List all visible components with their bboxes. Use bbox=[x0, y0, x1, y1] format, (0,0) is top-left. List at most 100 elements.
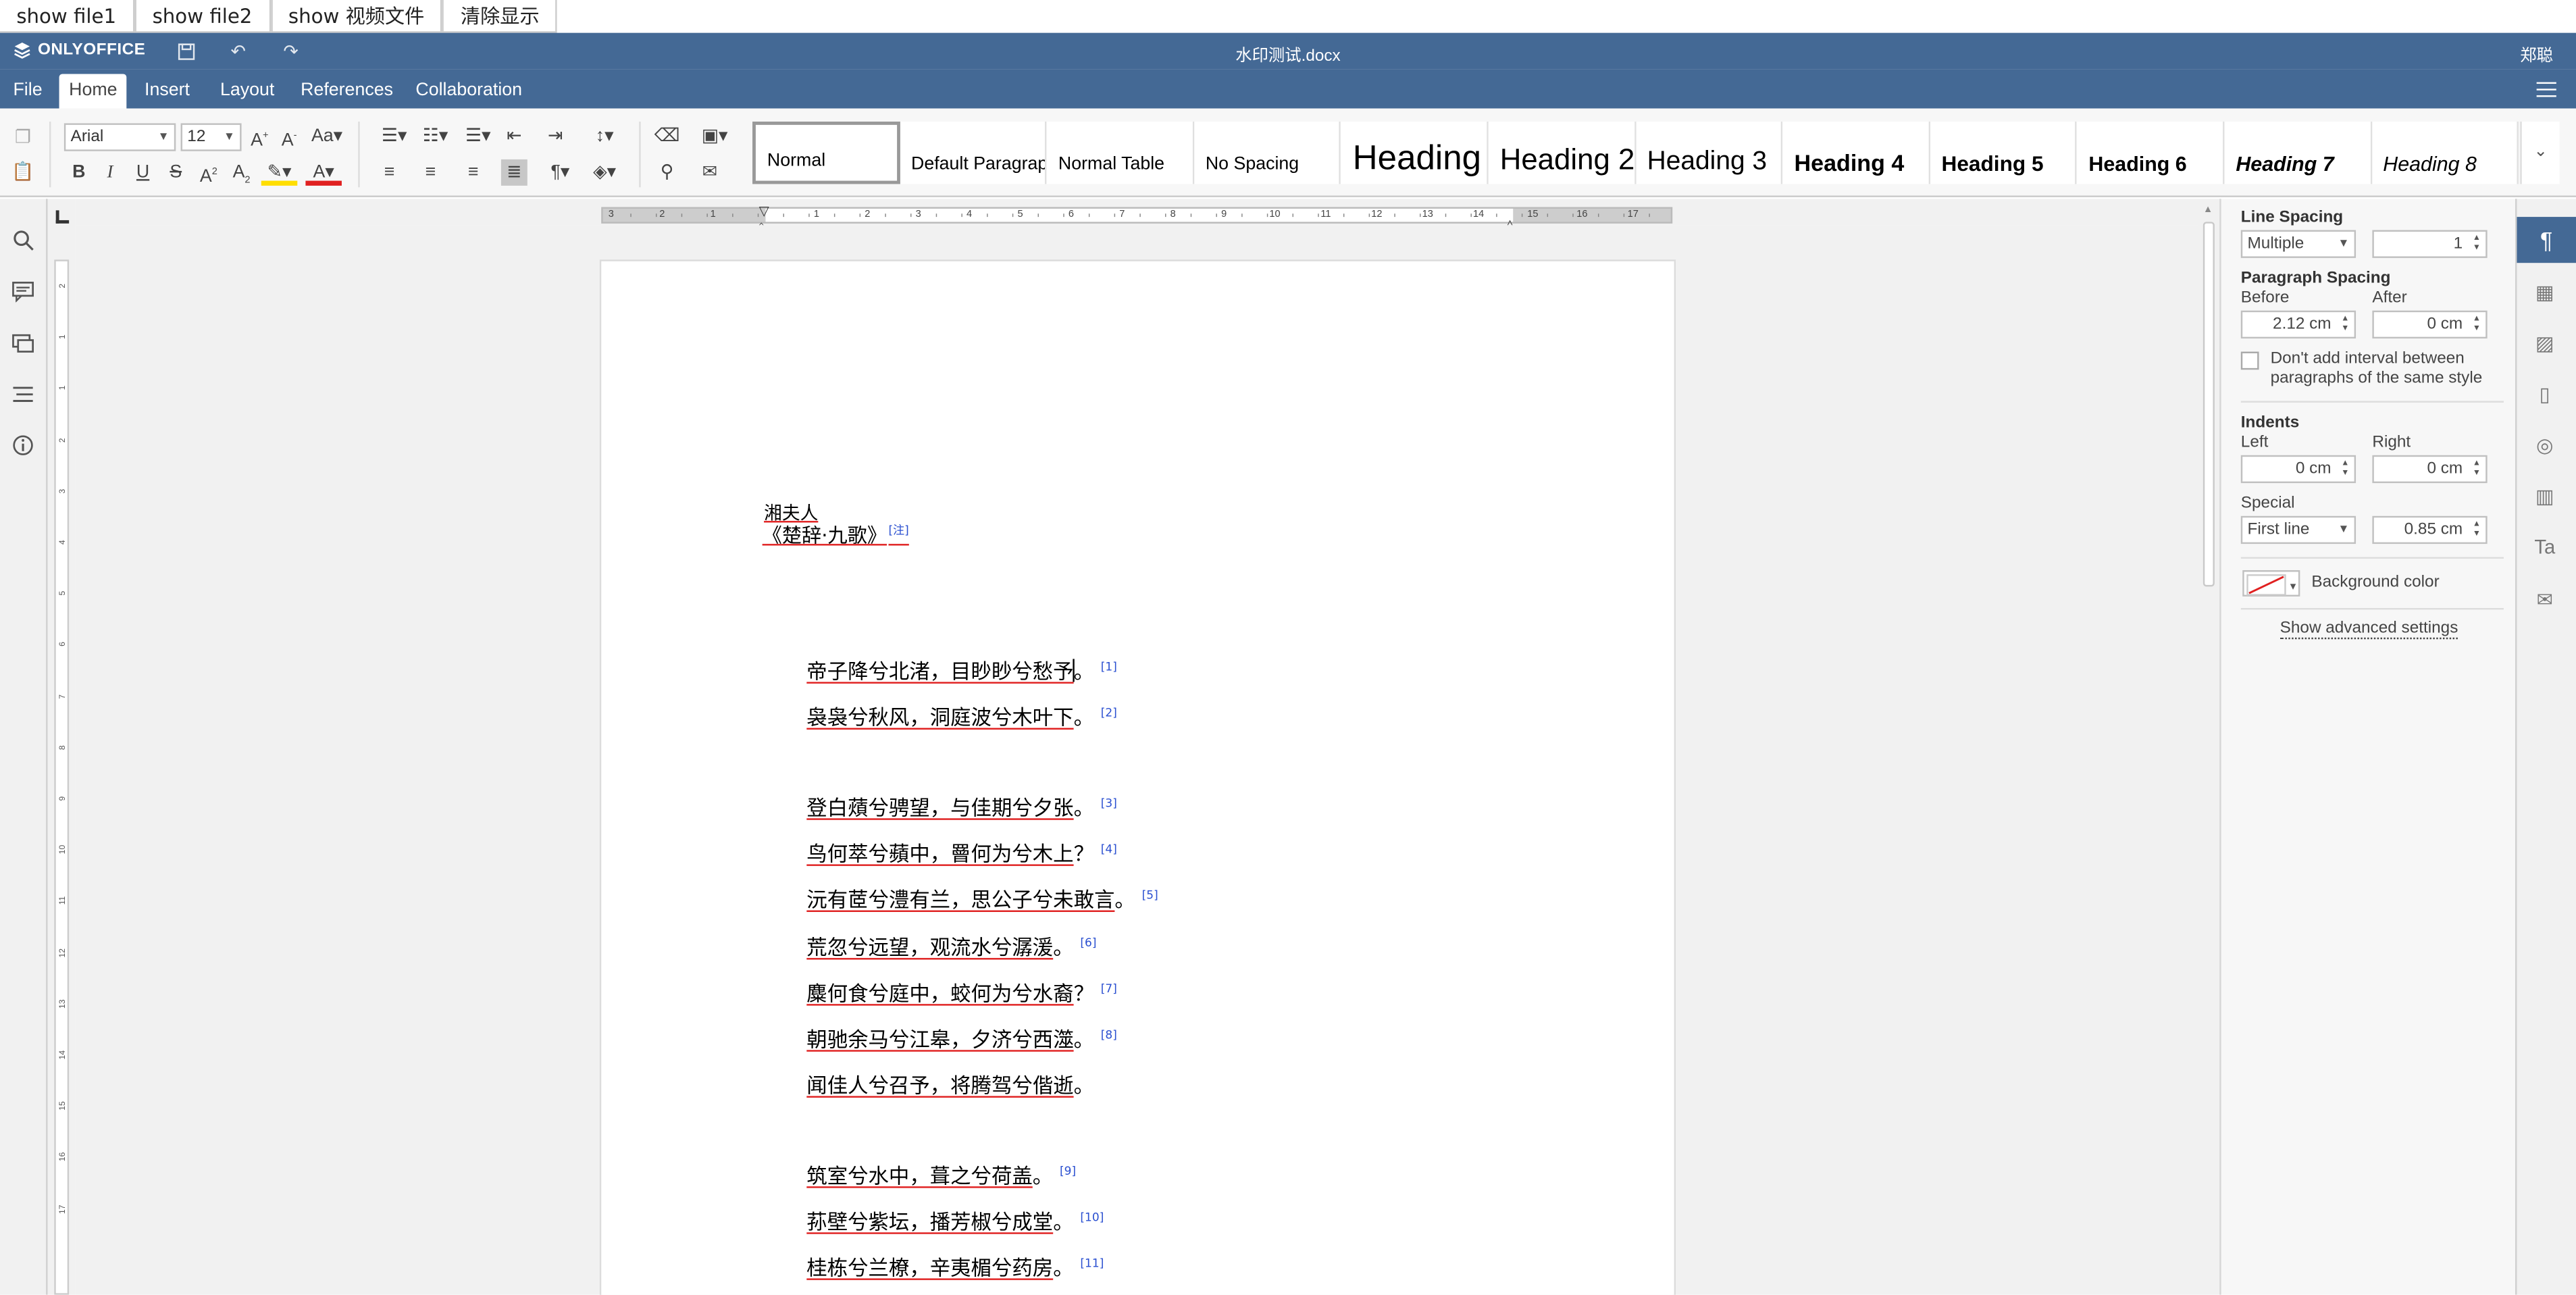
style-heading-5[interactable]: Heading 5 bbox=[1930, 121, 2078, 184]
user-name[interactable]: 郑聪 bbox=[2520, 41, 2553, 66]
footnote-ref[interactable]: [10] bbox=[1080, 1211, 1104, 1223]
poem-line[interactable]: 袅袅兮秋风，洞庭波兮木叶下。 [2] bbox=[806, 700, 1117, 731]
increase-font-icon[interactable]: A+ bbox=[247, 123, 273, 151]
tab-layout[interactable]: Layout bbox=[210, 74, 284, 108]
vertical-ruler[interactable]: 2 1 1 2 3 4 5 6 7 8 9 10 11 12 13 14 15 16 17 bbox=[54, 259, 70, 1295]
style-normal[interactable]: Normal bbox=[752, 121, 900, 184]
shape-settings-icon[interactable]: ◎ bbox=[2531, 432, 2558, 459]
chevron-down-icon[interactable]: ⌄ bbox=[2520, 121, 2560, 184]
align-right-icon[interactable]: ≡ bbox=[460, 159, 486, 186]
highlight-icon[interactable]: ✎▾ bbox=[261, 159, 298, 186]
decrease-font-icon[interactable]: A- bbox=[276, 123, 303, 151]
indent-right-input[interactable]: 0 cm ▲ ▼ bbox=[2372, 455, 2488, 484]
align-center-icon[interactable]: ≡ bbox=[417, 159, 444, 186]
info-icon[interactable] bbox=[11, 434, 34, 457]
navigation-icon[interactable] bbox=[11, 383, 34, 406]
mail-merge-icon[interactable]: ✉ bbox=[696, 159, 723, 186]
show-advanced-settings-link[interactable]: Show advanced settings bbox=[2221, 619, 2517, 640]
footnote-ref[interactable]: [1] bbox=[1101, 660, 1117, 673]
align-left-icon[interactable]: ≡ bbox=[376, 159, 403, 186]
line-spacing-icon[interactable]: ↕▾ bbox=[586, 123, 623, 149]
underline-icon[interactable]: U bbox=[130, 159, 156, 186]
footnote-ref[interactable]: [9] bbox=[1060, 1165, 1076, 1177]
tab-stop-selector[interactable] bbox=[55, 210, 70, 224]
footnote-ref[interactable]: [2] bbox=[1101, 707, 1117, 719]
text-art-icon[interactable]: Ta bbox=[2531, 534, 2558, 561]
chat-icon[interactable] bbox=[11, 332, 34, 355]
bold-icon[interactable]: B bbox=[66, 159, 92, 186]
background-color-picker[interactable]: ▾ bbox=[2242, 570, 2300, 596]
style-heading-8[interactable]: Heading 8 bbox=[2371, 121, 2519, 184]
clear-display-button[interactable]: 清除显示 bbox=[442, 0, 558, 33]
font-size-select[interactable]: 12 ▼ bbox=[180, 123, 242, 151]
style-normal-table[interactable]: Normal Table bbox=[1046, 121, 1194, 184]
superscript-icon[interactable]: A2 bbox=[195, 159, 222, 186]
vertical-scrollbar[interactable]: ▲ bbox=[2198, 199, 2220, 1295]
bullets-icon[interactable]: ☰▾ bbox=[376, 123, 413, 149]
show-file2-button[interactable]: show file2 bbox=[134, 0, 271, 33]
poem-line[interactable]: 朝驰余马兮江皋，夕济兮西澨。 [8] bbox=[806, 1022, 1117, 1053]
mail-merge-panel-icon[interactable]: ✉ bbox=[2531, 586, 2558, 613]
clear-style-icon[interactable]: ⌫ bbox=[654, 123, 680, 149]
copy-style-icon[interactable]: ▣▾ bbox=[696, 123, 733, 149]
style-heading-2[interactable]: Heading 2 bbox=[1488, 121, 1636, 184]
font-name-select[interactable]: Arial ▼ bbox=[63, 123, 176, 151]
poem-line[interactable]: 桂栋兮兰橑，辛夷楣兮药房。 [11] bbox=[806, 1250, 1104, 1281]
poem-line[interactable]: 荒忽兮远望，观流水兮潺湲。 [6] bbox=[806, 930, 1096, 961]
show-file1-button[interactable]: show file1 bbox=[0, 0, 134, 33]
line-spacing-input[interactable]: 1 ▲ ▼ bbox=[2372, 230, 2488, 258]
spacing-after-input[interactable]: 0 cm ▲ ▼ bbox=[2372, 310, 2488, 339]
strikethrough-icon[interactable]: S bbox=[163, 159, 189, 186]
footnote-ref[interactable]: [11] bbox=[1080, 1256, 1104, 1269]
poem-line[interactable]: 荪壁兮紫坛，播芳椒兮成堂。 [10] bbox=[806, 1204, 1104, 1236]
spacing-before-input[interactable]: 2.12 cm ▲ ▼ bbox=[2240, 310, 2356, 339]
justify-icon[interactable]: ≣ bbox=[500, 159, 527, 186]
change-case-icon[interactable]: Aa▾ bbox=[309, 123, 345, 149]
font-color-icon[interactable]: A▾ bbox=[305, 159, 342, 186]
chart-settings-icon[interactable]: ▥ bbox=[2531, 483, 2558, 509]
menu-icon[interactable] bbox=[2536, 82, 2556, 97]
poem-line[interactable]: 筑室兮水中，葺之兮荷盖。 [9] bbox=[806, 1159, 1076, 1190]
poem-line[interactable]: 帝子降兮北渚，目眇眇兮愁予。 [1] bbox=[806, 654, 1117, 685]
italic-icon[interactable]: I bbox=[97, 159, 124, 186]
image-settings-icon[interactable]: ▨ bbox=[2531, 330, 2558, 357]
search-icon[interactable] bbox=[11, 228, 34, 251]
poem-line[interactable]: 闻佳人兮召予，将腾驾兮偕逝。 bbox=[806, 1068, 1094, 1099]
tab-references[interactable]: References bbox=[291, 74, 403, 108]
poem-line[interactable]: 登白薠兮骋望，与佳期兮夕张。 [3] bbox=[806, 790, 1117, 821]
no-interval-checkbox[interactable] bbox=[2240, 351, 2259, 370]
style-heading-6[interactable]: Heading 6 bbox=[2077, 121, 2225, 184]
paste-icon[interactable]: 📋 bbox=[10, 159, 36, 186]
style-heading-1[interactable]: Heading bbox=[1341, 121, 1489, 184]
footnote-ref[interactable]: [7] bbox=[1101, 982, 1117, 995]
increase-indent-icon[interactable]: ⇥ bbox=[542, 123, 569, 149]
paragraph-settings-icon[interactable]: ¶ bbox=[2517, 217, 2576, 263]
tab-file[interactable]: File bbox=[3, 74, 52, 108]
footnote-ref[interactable]: [5] bbox=[1142, 889, 1158, 902]
poem-line[interactable]: 鸟何萃兮蘋中，罾何为兮木上？ [4] bbox=[806, 836, 1117, 867]
comments-icon[interactable] bbox=[11, 280, 34, 303]
footnote-ref[interactable]: [4] bbox=[1101, 842, 1117, 855]
source-footnote[interactable]: [注] bbox=[889, 524, 909, 537]
indent-left-input[interactable]: 0 cm ▲ ▼ bbox=[2240, 455, 2356, 484]
style-heading-4[interactable]: Heading 4 bbox=[1782, 121, 1930, 184]
footnote-ref[interactable]: [6] bbox=[1080, 936, 1096, 949]
footnote-ref[interactable]: [3] bbox=[1101, 796, 1117, 809]
header-footer-icon[interactable]: ▯ bbox=[2531, 381, 2558, 407]
document-page[interactable] bbox=[601, 261, 1674, 1295]
shading-icon[interactable]: ◈▾ bbox=[586, 159, 623, 186]
horizontal-ruler[interactable]: 3211234567891011121314151617▽⌂△ bbox=[601, 204, 1673, 233]
style-heading-7[interactable]: Heading 7 bbox=[2224, 121, 2372, 184]
style-heading-3[interactable]: Heading 3 bbox=[1635, 121, 1783, 184]
tab-insert[interactable]: Insert bbox=[134, 74, 199, 108]
tab-home[interactable]: Home bbox=[59, 74, 128, 109]
tab-collaboration[interactable]: Collaboration bbox=[406, 74, 532, 108]
footnote-ref[interactable]: [8] bbox=[1101, 1028, 1117, 1041]
nonprinting-chars-icon[interactable]: ¶▾ bbox=[542, 159, 579, 186]
table-settings-icon[interactable]: ▦ bbox=[2531, 280, 2558, 306]
poem-source[interactable]: 《楚辞·九歌》 [注] bbox=[763, 521, 909, 549]
decrease-indent-icon[interactable]: ⇤ bbox=[501, 123, 527, 149]
poem-line[interactable]: 麋何食兮庭中，蛟何为兮水裔？ [7] bbox=[806, 976, 1117, 1007]
special-indent-select[interactable]: First line ▼ bbox=[2240, 515, 2356, 544]
multilevel-list-icon[interactable]: ☰▾ bbox=[460, 123, 496, 149]
